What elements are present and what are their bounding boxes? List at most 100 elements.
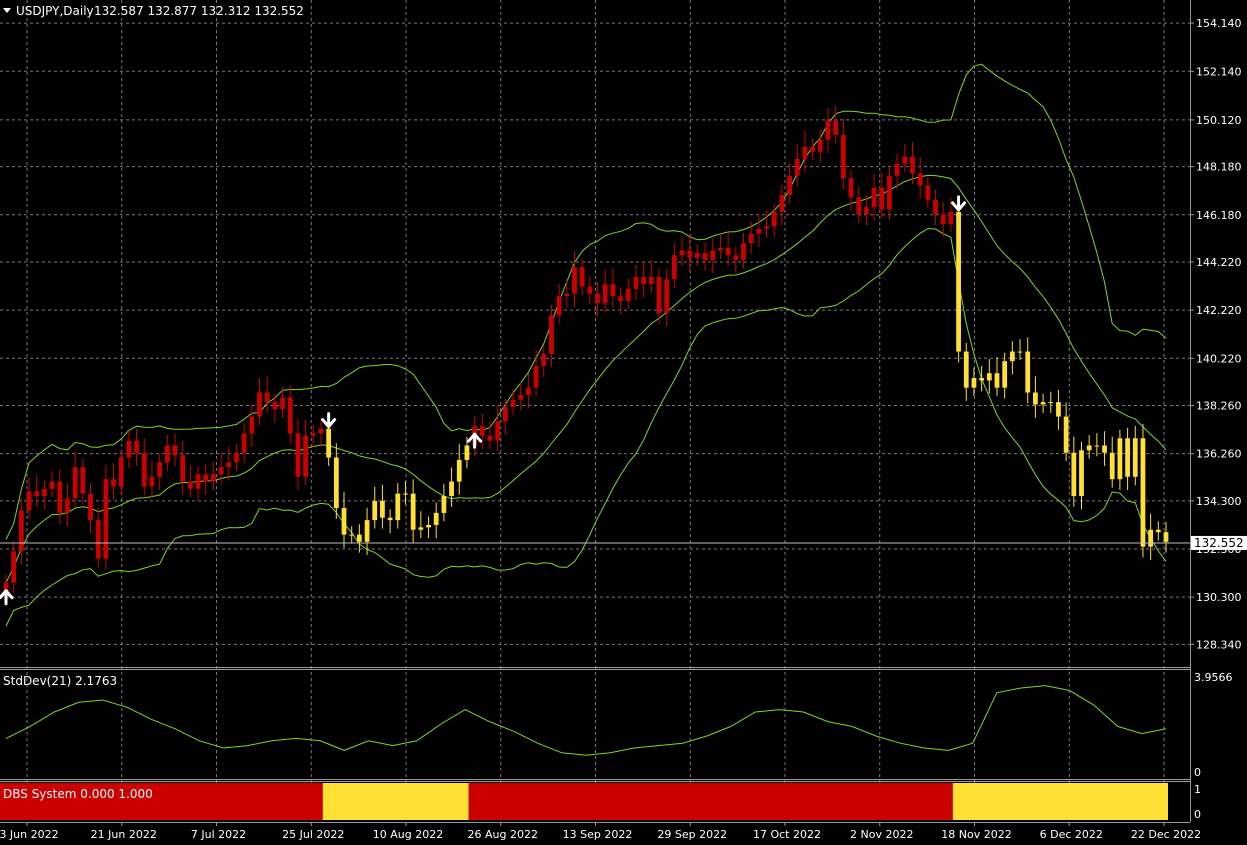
- candle-body[interactable]: [825, 120, 831, 140]
- candle-body[interactable]: [1163, 532, 1169, 542]
- candle-body[interactable]: [1094, 445, 1100, 447]
- candle-body[interactable]: [741, 243, 746, 261]
- candle-body[interactable]: [879, 187, 885, 210]
- candle-body[interactable]: [587, 286, 593, 294]
- candle-body[interactable]: [510, 399, 516, 407]
- candle-body[interactable]: [364, 520, 370, 542]
- candle-body[interactable]: [226, 462, 232, 468]
- candle-body[interactable]: [1079, 450, 1084, 497]
- candle-body[interactable]: [172, 445, 178, 456]
- candle-body[interactable]: [1009, 351, 1015, 362]
- candle-body[interactable]: [940, 214, 946, 224]
- candle-body[interactable]: [518, 394, 524, 400]
- candle-body[interactable]: [648, 276, 654, 285]
- candle-body[interactable]: [1086, 445, 1092, 451]
- candle-body[interactable]: [802, 146, 808, 159]
- candle-body[interactable]: [526, 387, 531, 395]
- candle-body[interactable]: [1002, 361, 1008, 388]
- candle-body[interactable]: [157, 462, 163, 477]
- candle-body[interactable]: [441, 496, 447, 513]
- candle-body[interactable]: [679, 250, 685, 256]
- candle-body[interactable]: [787, 175, 792, 196]
- candle-body[interactable]: [88, 493, 93, 521]
- candle-body[interactable]: [65, 498, 70, 513]
- candle-body[interactable]: [986, 373, 992, 381]
- candle-body[interactable]: [449, 481, 454, 497]
- candle-body[interactable]: [718, 248, 723, 251]
- candle-body[interactable]: [410, 493, 416, 530]
- candle-body[interactable]: [887, 175, 892, 210]
- candle-body[interactable]: [733, 255, 739, 261]
- candle-body[interactable]: [464, 445, 470, 460]
- candle-body[interactable]: [979, 378, 985, 381]
- candle-body[interactable]: [948, 211, 954, 224]
- candle-body[interactable]: [610, 284, 616, 297]
- candle-body[interactable]: [1132, 438, 1138, 477]
- candle-body[interactable]: [310, 433, 316, 436]
- candle-body[interactable]: [403, 493, 408, 495]
- candle-body[interactable]: [95, 520, 101, 559]
- candle-body[interactable]: [556, 296, 562, 316]
- candle-body[interactable]: [1102, 445, 1107, 453]
- candle-body[interactable]: [764, 226, 769, 229]
- candle-body[interactable]: [495, 421, 501, 441]
- candle-body[interactable]: [917, 173, 923, 186]
- candle-body[interactable]: [618, 296, 623, 301]
- candle-body[interactable]: [1125, 438, 1130, 477]
- candle-body[interactable]: [1071, 452, 1077, 497]
- candle-body[interactable]: [18, 510, 24, 552]
- candle-body[interactable]: [34, 491, 40, 497]
- candle-body[interactable]: [180, 455, 186, 482]
- candle-body[interactable]: [487, 435, 493, 441]
- candle-body[interactable]: [249, 416, 255, 434]
- candle-body[interactable]: [956, 211, 961, 352]
- trading-chart[interactable]: 3.95660 10 154.140152.140150.120148.1801…: [0, 0, 1247, 845]
- candle-body[interactable]: [195, 474, 201, 489]
- candle-body[interactable]: [840, 134, 846, 179]
- candle-body[interactable]: [1017, 351, 1023, 353]
- candle-body[interactable]: [318, 428, 324, 434]
- candle-body[interactable]: [656, 276, 662, 314]
- candle-body[interactable]: [341, 508, 347, 535]
- candle-body[interactable]: [103, 479, 109, 559]
- candle-body[interactable]: [994, 373, 1000, 388]
- candle-body[interactable]: [771, 211, 777, 227]
- candle-body[interactable]: [211, 474, 216, 482]
- candle-body[interactable]: [1063, 416, 1069, 453]
- candle-body[interactable]: [241, 433, 247, 453]
- candle-body[interactable]: [725, 248, 731, 256]
- candle-body[interactable]: [333, 457, 339, 509]
- candle-body[interactable]: [356, 534, 362, 542]
- candle-body[interactable]: [456, 459, 462, 482]
- candle-body[interactable]: [602, 284, 608, 304]
- candle-body[interactable]: [141, 452, 147, 487]
- candle-body[interactable]: [1117, 438, 1123, 480]
- candle-body[interactable]: [349, 534, 355, 536]
- candle-body[interactable]: [695, 252, 700, 258]
- candle-body[interactable]: [1148, 529, 1154, 547]
- candle-body[interactable]: [234, 452, 239, 463]
- candle-body[interactable]: [579, 267, 585, 287]
- candle-body[interactable]: [848, 178, 854, 198]
- candle-body[interactable]: [1109, 452, 1115, 480]
- candle-body[interactable]: [779, 195, 785, 212]
- candle-body[interactable]: [633, 276, 639, 289]
- candle-body[interactable]: [134, 440, 139, 453]
- candle-body[interactable]: [272, 402, 278, 410]
- candle-body[interactable]: [303, 435, 308, 477]
- candle-body[interactable]: [810, 146, 816, 152]
- candle-body[interactable]: [372, 500, 378, 521]
- candle-body[interactable]: [871, 187, 877, 208]
- candle-body[interactable]: [111, 479, 116, 487]
- candle-body[interactable]: [264, 392, 270, 403]
- candle-body[interactable]: [925, 185, 931, 200]
- candle-body[interactable]: [42, 488, 47, 497]
- candle-body[interactable]: [564, 293, 570, 297]
- candle-body[interactable]: [287, 397, 293, 434]
- candle-body[interactable]: [1140, 438, 1146, 547]
- candle-body[interactable]: [80, 467, 86, 494]
- candle-body[interactable]: [280, 397, 285, 410]
- candle-body[interactable]: [57, 481, 63, 513]
- candle-body[interactable]: [380, 500, 385, 518]
- candle-body[interactable]: [971, 378, 977, 388]
